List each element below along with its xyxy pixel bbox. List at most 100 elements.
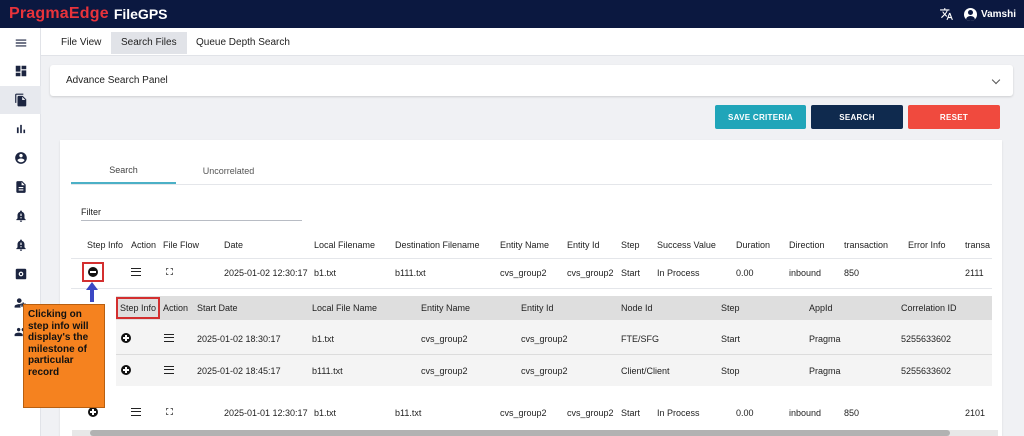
alert-bell-icon[interactable] bbox=[0, 202, 41, 230]
step-col-entity-name[interactable]: Entity Name bbox=[421, 303, 470, 313]
expand-step-icon[interactable] bbox=[121, 333, 131, 343]
step-cell-start-date: 2025-01-02 18:30:17 bbox=[197, 334, 281, 344]
filter-underline bbox=[81, 220, 302, 221]
file-flow-expand-icon[interactable] bbox=[165, 267, 174, 276]
expand-step-info-icon[interactable] bbox=[88, 407, 98, 417]
step-cell-appid: Pragma bbox=[809, 334, 841, 344]
tab-queue-depth-search[interactable]: Queue Depth Search bbox=[186, 32, 300, 54]
collapse-step-info-icon[interactable] bbox=[88, 267, 98, 277]
col-destination-filename[interactable]: Destination Filename bbox=[395, 240, 480, 250]
step-cell-appid: Pragma bbox=[809, 366, 841, 376]
step-col-entity-id[interactable]: Entity Id bbox=[521, 303, 554, 313]
translate-icon[interactable] bbox=[939, 7, 954, 21]
step-cell-local-file-name: b1.txt bbox=[312, 334, 335, 344]
save-criteria-button[interactable]: SAVE CRITERIA bbox=[715, 105, 806, 129]
advance-search-panel[interactable]: Advance Search Panel bbox=[50, 65, 1013, 96]
cell-success-value: In Process bbox=[657, 268, 700, 278]
reset-button[interactable]: RESET bbox=[908, 105, 1000, 129]
col-direction[interactable]: Direction bbox=[789, 240, 825, 250]
action-menu-icon[interactable] bbox=[131, 408, 141, 416]
col-file-flow[interactable]: File Flow bbox=[163, 240, 199, 250]
step-cell-correlation-id: 5255633602 bbox=[901, 366, 952, 376]
col-date[interactable]: Date bbox=[224, 240, 243, 250]
account-icon[interactable] bbox=[0, 144, 41, 172]
app-header: PragmaEdge FileGPS Vamshi bbox=[0, 0, 1024, 28]
step-col-step[interactable]: Step bbox=[721, 303, 740, 313]
cell-step: Start bbox=[621, 408, 641, 418]
step-action-menu-icon[interactable] bbox=[164, 334, 174, 342]
document-icon[interactable] bbox=[0, 173, 41, 201]
page-tabs: File View Search Files Queue Depth Searc… bbox=[41, 28, 1024, 56]
step-cell-correlation-id: 5255633602 bbox=[901, 334, 952, 344]
chevron-down-icon[interactable] bbox=[991, 75, 1001, 85]
bar-chart-icon[interactable] bbox=[0, 115, 41, 143]
cell-step: Start bbox=[621, 268, 641, 278]
col-transa[interactable]: transa bbox=[965, 240, 990, 250]
scrollbar-thumb[interactable] bbox=[90, 430, 950, 436]
col-success-value[interactable]: Success Value bbox=[657, 240, 716, 250]
cell-destination-filename: b111.txt bbox=[395, 268, 426, 278]
col-error-info[interactable]: Error Info bbox=[908, 240, 946, 250]
header-divider bbox=[71, 258, 992, 259]
files-icon[interactable] bbox=[0, 86, 41, 114]
horizontal-scrollbar[interactable] bbox=[72, 430, 998, 436]
expand-step-icon[interactable] bbox=[121, 365, 131, 375]
menu-toggle-icon[interactable] bbox=[0, 29, 41, 57]
cell-direction: inbound bbox=[789, 268, 822, 278]
step-col-start-date[interactable]: Start Date bbox=[197, 303, 238, 313]
col-entity-id[interactable]: Entity Id bbox=[567, 240, 600, 250]
step-info-table: Step Info Action Start Date Local File N… bbox=[116, 296, 992, 386]
step-col-step-info[interactable]: Step Info bbox=[120, 303, 156, 313]
tab-file-view[interactable]: File View bbox=[51, 32, 111, 54]
tab-search[interactable]: Search bbox=[71, 158, 176, 184]
tab-search-files[interactable]: Search Files bbox=[111, 32, 187, 54]
cell-direction: inbound bbox=[789, 408, 822, 418]
step-col-node-id[interactable]: Node Id bbox=[621, 303, 653, 313]
col-step[interactable]: Step bbox=[621, 240, 640, 250]
cell-transaction: 850 bbox=[844, 268, 860, 278]
step-cell-entity-id: cvs_group2 bbox=[521, 334, 568, 344]
cell-entity-name: cvs_group2 bbox=[500, 268, 547, 278]
cell-duration: 0.00 bbox=[736, 268, 754, 278]
dashboard-icon[interactable] bbox=[0, 57, 41, 85]
cell-entity-name: cvs_group2 bbox=[500, 408, 547, 418]
alert-bell-outline-icon[interactable] bbox=[0, 231, 41, 259]
step-col-correlation-id[interactable]: Correlation ID bbox=[901, 303, 957, 313]
advance-search-title: Advance Search Panel bbox=[66, 75, 168, 86]
results-card: Search Uncorrelated Filter Step Info Act… bbox=[60, 140, 1002, 436]
cell-date: 2025-01-01 12:30:17 bbox=[224, 408, 308, 418]
step-col-appid[interactable]: AppId bbox=[809, 303, 833, 313]
step-col-local-file-name[interactable]: Local File Name bbox=[312, 303, 377, 313]
step-cell-entity-name: cvs_group2 bbox=[421, 366, 468, 376]
tab-uncorrelated[interactable]: Uncorrelated bbox=[176, 158, 281, 184]
row-divider bbox=[71, 288, 992, 289]
col-action[interactable]: Action bbox=[131, 240, 156, 250]
user-name: Vamshi bbox=[980, 8, 1016, 20]
step-col-action[interactable]: Action bbox=[163, 303, 188, 313]
cell-transaction: 850 bbox=[844, 408, 860, 418]
cell-destination-filename: b11.txt bbox=[395, 408, 422, 418]
action-menu-icon[interactable] bbox=[131, 268, 141, 276]
step-cell-step: Start bbox=[721, 334, 741, 344]
col-step-info[interactable]: Step Info bbox=[87, 240, 123, 250]
step-cell-node-id: Client/Client bbox=[621, 366, 670, 376]
tabs-divider bbox=[71, 184, 992, 185]
col-local-filename[interactable]: Local Filename bbox=[314, 240, 375, 250]
settings-box-icon[interactable] bbox=[0, 260, 41, 288]
file-flow-expand-icon[interactable] bbox=[165, 407, 174, 416]
filter-input[interactable]: Filter bbox=[81, 207, 101, 217]
step-action-menu-icon[interactable] bbox=[164, 366, 174, 374]
col-duration[interactable]: Duration bbox=[736, 240, 770, 250]
col-entity-name[interactable]: Entity Name bbox=[500, 240, 549, 250]
cell-local-filename: b1.txt bbox=[314, 268, 337, 278]
user-menu[interactable]: Vamshi bbox=[963, 7, 1016, 21]
cell-duration: 0.00 bbox=[736, 408, 754, 418]
cell-transa: 2101 bbox=[965, 408, 986, 418]
account-circle-icon bbox=[963, 7, 977, 21]
brand-logo: PragmaEdge bbox=[9, 5, 109, 22]
search-button[interactable]: SEARCH bbox=[811, 105, 903, 129]
cell-date: 2025-01-02 12:30:17 bbox=[224, 268, 308, 278]
annotation-arrow-up-icon bbox=[86, 282, 98, 302]
step-cell-start-date: 2025-01-02 18:45:17 bbox=[197, 366, 281, 376]
col-transaction[interactable]: transaction bbox=[844, 240, 888, 250]
